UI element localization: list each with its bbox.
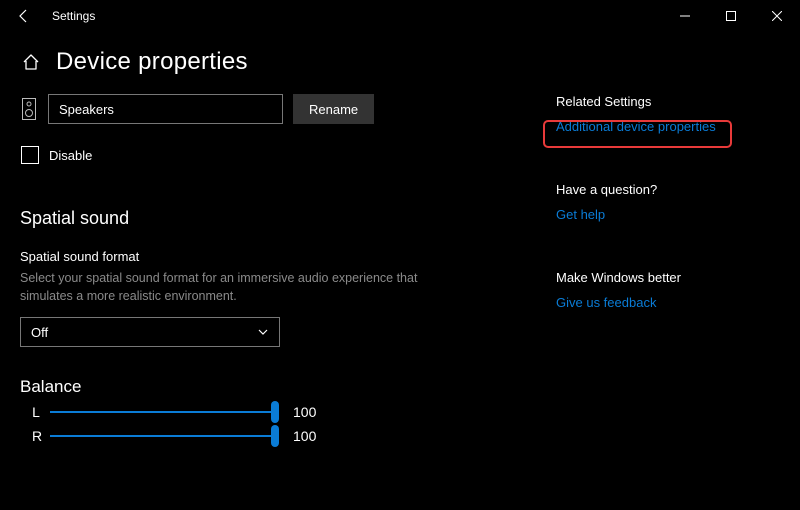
balance-left-label: L [20, 404, 40, 420]
balance-right-label: R [20, 428, 40, 444]
spatial-sound-heading: Spatial sound [20, 208, 550, 229]
feedback-heading: Make Windows better [556, 270, 780, 285]
spatial-format-description: Select your spatial sound format for an … [20, 270, 440, 305]
slider-thumb[interactable] [271, 425, 279, 447]
page-title: Device properties [56, 48, 248, 76]
balance-right-slider[interactable] [50, 427, 275, 445]
spatial-format-label: Spatial sound format [20, 249, 550, 264]
disable-checkbox[interactable] [21, 146, 39, 164]
balance-left-value: 100 [293, 404, 316, 420]
device-name-input[interactable] [48, 94, 283, 124]
maximize-button[interactable] [708, 0, 754, 32]
app-title: Settings [52, 9, 95, 23]
home-icon[interactable] [20, 51, 42, 73]
back-button[interactable] [4, 0, 44, 32]
feedback-link[interactable]: Give us feedback [556, 295, 656, 310]
speaker-icon [20, 95, 38, 123]
chevron-down-icon [257, 326, 269, 338]
question-heading: Have a question? [556, 182, 780, 197]
dropdown-selected: Off [31, 325, 48, 340]
close-button[interactable] [754, 0, 800, 32]
minimize-button[interactable] [662, 0, 708, 32]
related-settings-heading: Related Settings [556, 94, 780, 109]
balance-left-slider[interactable] [50, 403, 275, 421]
rename-button[interactable]: Rename [293, 94, 374, 124]
balance-right-value: 100 [293, 428, 316, 444]
additional-device-properties-link[interactable]: Additional device properties [556, 119, 716, 134]
slider-thumb[interactable] [271, 401, 279, 423]
get-help-link[interactable]: Get help [556, 207, 605, 222]
disable-label: Disable [49, 148, 92, 163]
spatial-format-dropdown[interactable]: Off [20, 317, 280, 347]
balance-heading: Balance [20, 377, 550, 397]
